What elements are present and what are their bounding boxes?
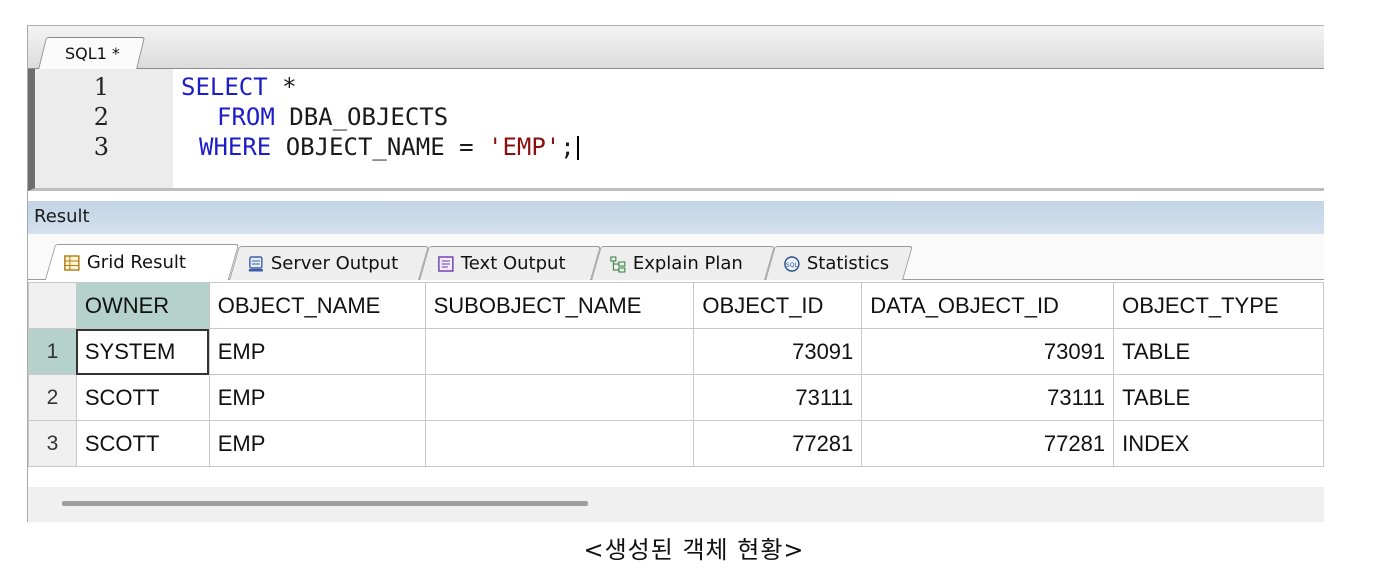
keyword-select: SELECT [181,73,268,101]
code-text: OBJECT_NAME = [271,133,488,161]
grid-corner[interactable] [28,282,77,329]
row-number[interactable]: 1 [28,328,77,375]
sql-editor[interactable]: 1 SELECT * 2 FROM DBA_OBJECTS 3 WHERE OB… [28,69,1324,191]
cell-owner[interactable]: SYSTEM [75,328,210,375]
code-line-3[interactable]: WHERE OBJECT_NAME = 'EMP'; [199,132,579,162]
row-number[interactable]: 2 [28,374,77,421]
cell-data-object-id[interactable]: 73091 [861,328,1115,375]
column-header-object-type[interactable]: OBJECT_TYPE [1113,282,1324,329]
code-line-1[interactable]: SELECT * [181,72,297,102]
cell-object-type[interactable]: TABLE [1113,328,1324,375]
cell-data-object-id[interactable]: 77281 [861,420,1115,467]
cell-object-type[interactable]: TABLE [1113,374,1324,421]
cell-subobject-name[interactable] [424,328,695,375]
cell-object-name[interactable]: EMP [208,420,426,467]
tab-sql1-label: SQL1 * [65,44,120,63]
statistics-icon: SQL [783,255,801,273]
text-output-icon [437,255,455,273]
column-header-object-name[interactable]: OBJECT_NAME [208,282,426,329]
cell-object-name[interactable]: EMP [208,374,426,421]
code-text: ; [560,133,575,161]
keyword-from: FROM [217,103,275,131]
figure-caption: <생성된 객체 현황> [583,536,805,564]
table-row[interactable]: 3 SCOTT EMP 77281 77281 INDEX [28,420,1324,467]
line-number: 1 [93,73,109,101]
tab-server-output[interactable]: Server Output [229,246,429,280]
scrollbar-thumb[interactable] [62,501,588,506]
result-panel-header: Result [28,201,1324,234]
text-cursor [576,136,579,160]
string-literal: 'EMP' [488,133,561,161]
line-number: 2 [93,103,109,131]
table-row[interactable]: 1 SYSTEM EMP 73091 73091 TABLE [28,328,1324,375]
cell-object-name[interactable]: EMP [208,328,426,375]
tab-explain-plan[interactable]: Explain Plan [591,246,775,280]
line-number: 3 [93,133,109,161]
cell-owner[interactable]: SCOTT [75,374,210,421]
horizontal-scrollbar[interactable] [28,487,1324,522]
explain-plan-icon [609,255,627,273]
cell-object-id[interactable]: 77281 [693,420,863,467]
code-text: * [267,73,297,101]
tab-label: Grid Result [86,252,186,273]
cell-owner[interactable]: SCOTT [75,420,210,467]
code-line-2[interactable]: FROM DBA_OBJECTS [217,102,448,132]
table-row[interactable]: 2 SCOTT EMP 73111 73111 TABLE [28,374,1324,421]
tab-label: Explain Plan [632,253,743,274]
result-tabs: Grid Result Server Output Text Output Ex… [28,234,1324,280]
server-output-icon [247,255,265,273]
svg-text:SQL: SQL [786,262,799,269]
keyword-where: WHERE [199,133,272,161]
column-header-object-id[interactable]: OBJECT_ID [693,282,863,329]
grid-icon [63,254,81,272]
tab-text-output[interactable]: Text Output [419,246,601,280]
cell-object-type[interactable]: INDEX [1113,420,1324,467]
column-header-data-object-id[interactable]: DATA_OBJECT_ID [861,282,1115,329]
cell-subobject-name[interactable] [424,374,695,421]
tab-grid-result[interactable]: Grid Result [44,244,240,280]
result-title: Result [34,206,90,227]
cell-object-id[interactable]: 73091 [693,328,863,375]
result-grid[interactable]: OWNER OBJECT_NAME SUBOBJECT_NAME OBJECT_… [28,282,1324,467]
column-header-subobject-name[interactable]: SUBOBJECT_NAME [424,282,695,329]
tab-sql1[interactable]: SQL1 * [37,37,146,70]
tab-label: Server Output [270,253,399,274]
tab-label: Text Output [460,253,566,274]
cell-subobject-name[interactable] [424,420,695,467]
header-row: OWNER OBJECT_NAME SUBOBJECT_NAME OBJECT_… [28,282,1324,329]
sql-tool-window: SQL1 * 1 SELECT * 2 FROM DBA_OBJECTS 3 W… [27,25,1324,522]
cell-object-id[interactable]: 73111 [693,374,863,421]
editor-tab-strip: SQL1 * [28,25,1324,70]
code-text: DBA_OBJECTS [274,103,449,131]
row-number[interactable]: 3 [28,420,77,467]
tab-label: Statistics [806,253,890,274]
tab-statistics[interactable]: SQL Statistics [765,246,913,280]
column-header-owner[interactable]: OWNER [75,282,210,329]
cell-data-object-id[interactable]: 73111 [861,374,1115,421]
